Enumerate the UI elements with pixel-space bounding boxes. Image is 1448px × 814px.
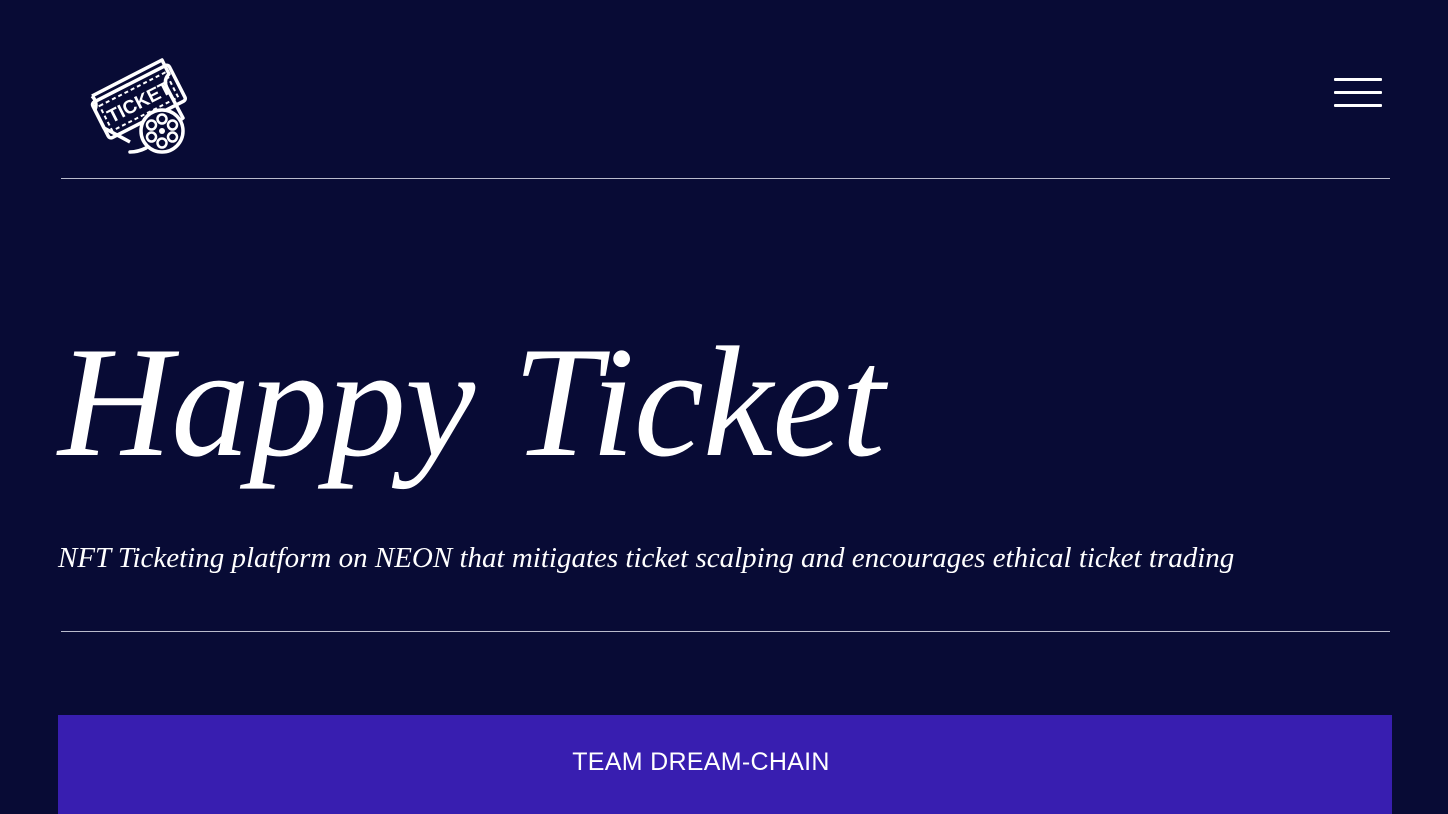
hero-tagline: NFT Ticketing platform on NEON that miti… <box>58 542 1235 574</box>
page-title: Happy Ticket <box>58 315 885 490</box>
team-label: TEAM DREAM-CHAIN <box>572 748 830 776</box>
hamburger-menu-icon[interactable] <box>1334 78 1382 108</box>
menu-line <box>1334 78 1382 81</box>
landing-page: TICKET Happy Ticket NFT Ticketing platfo… <box>0 0 1448 814</box>
team-banner: TEAM DREAM-CHAIN <box>58 715 1392 814</box>
ticket-logo-icon[interactable]: TICKET <box>86 56 190 156</box>
header-divider <box>61 178 1390 179</box>
menu-line <box>1334 91 1382 94</box>
menu-line <box>1334 104 1382 107</box>
section-divider <box>61 631 1390 632</box>
